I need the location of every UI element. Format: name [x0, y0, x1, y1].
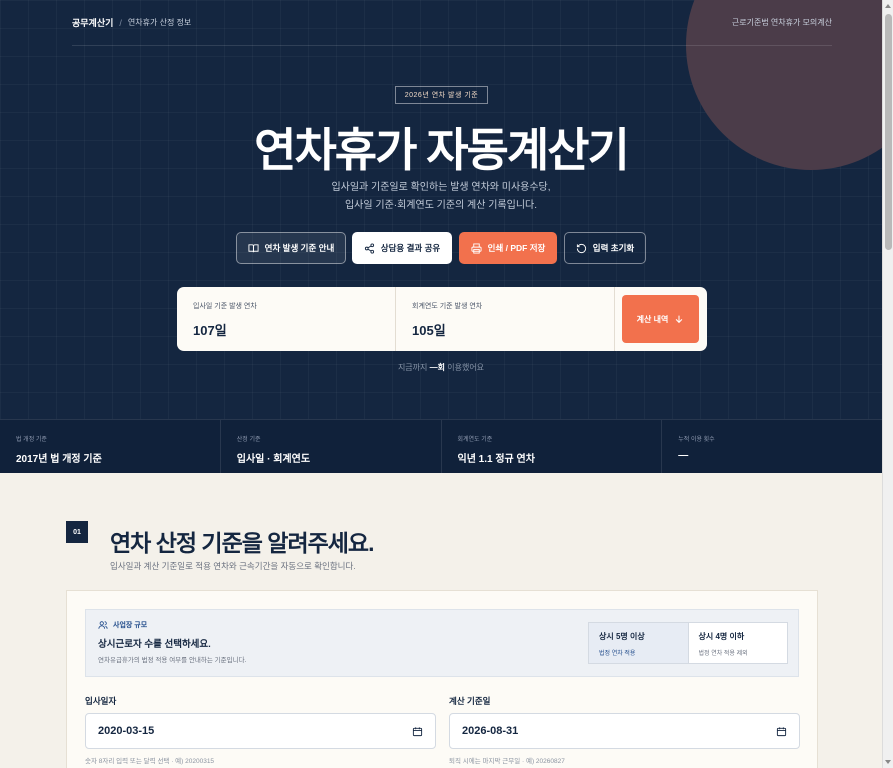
stat-value: —: [678, 450, 689, 461]
usage-suffix: 이용했어요: [447, 363, 485, 372]
input-form-card: 사업장 규모 상시근로자 수를 선택하세요. 연차유급휴가의 법정 적용 여부를…: [66, 590, 818, 768]
workplace-size-box: 사업장 규모 상시근로자 수를 선택하세요. 연차유급휴가의 법정 적용 여부를…: [85, 609, 799, 677]
page-scrollbar[interactable]: [882, 0, 893, 768]
hero-section: 공무계산기 / 연차휴가 산정 정보 근로기준법 연차휴가 모의계산 2026년…: [0, 0, 882, 473]
step-number: 01: [66, 521, 88, 543]
stat-law-revision: 법 개정 기준 2017년 법 개정 기준: [0, 420, 221, 473]
arrow-down-icon: [676, 315, 683, 324]
usage-counter: 지금까지 —회 이용했어요: [0, 362, 882, 373]
print-button-label: 인쇄 / PDF 저장: [487, 243, 546, 253]
stat-label: 회계연도 기준: [457, 437, 493, 443]
share-icon: [364, 242, 374, 254]
section-subtitle: 입사일과 계산 기준일로 적용 연차와 근속기간을 자동으로 확인합니다.: [110, 561, 356, 571]
stat-value: 2017년 법 개정 기준: [16, 454, 102, 465]
stat-calc-basis: 산정 기준 입사일 · 회계연도: [221, 420, 442, 473]
fiscal-year-result: 회계연도 기준 발생 연차 105일: [396, 287, 615, 351]
reset-button-label: 입력 초기화: [592, 243, 635, 253]
stat-value: 입사일 · 회계연도: [236, 454, 311, 465]
share-button-label: 상담용 결과 공유: [380, 243, 441, 253]
calc-date-help: 퇴직 시에는 마지막 근무일 · 예) 20260827: [449, 758, 565, 765]
detail-button-label: 계산 내역: [636, 314, 669, 324]
fiscal-result-value: 105일: [412, 323, 446, 338]
stat-value: 익년 1.1 정규 연차: [457, 454, 535, 465]
section-title: 연차 산정 기준을 알려주세요.: [110, 530, 374, 556]
workplace-size-heading: 사업장 규모: [98, 620, 147, 630]
reset-icon: [576, 243, 586, 253]
scroll-up-icon[interactable]: [885, 4, 891, 8]
hire-date-help: 숫자 8자리 입력 또는 달력 선택 · 예) 20200315: [85, 758, 215, 765]
workplace-size-note: 연차유급휴가의 법정 적용 여부를 안내하는 기준입니다.: [98, 657, 247, 664]
hire-date-value: 2020-03-15: [98, 725, 155, 737]
print-button[interactable]: 인쇄 / PDF 저장: [459, 232, 557, 264]
stat-usage-total: 누적 이용 횟수 —: [662, 420, 882, 473]
scrollbar-thumb[interactable]: [885, 14, 892, 250]
calendar-icon[interactable]: [412, 726, 423, 737]
option-desc: 법정 연차 적용: [599, 651, 636, 657]
workplace-size-toggle: 상시 5명 이상 법정 연차 적용 상시 4명 이하 법정 연차 적용 제외: [588, 622, 788, 664]
nav-link-simulation[interactable]: 근로기준법 연차휴가 모의계산: [732, 17, 832, 28]
usage-count: —회: [429, 363, 445, 372]
stats-bar: 법 개정 기준 2017년 법 개정 기준 산정 기준 입사일 · 회계연도 회…: [0, 419, 882, 473]
guide-button[interactable]: 연차 발생 기준 안내: [236, 232, 346, 264]
result-summary-card: 입사일 기준 발생 연차 107일 회계연도 기준 발생 연차 105일 계산 …: [177, 287, 707, 351]
breadcrumb[interactable]: 연차휴가 산정 정보: [128, 17, 191, 28]
option-4-or-fewer[interactable]: 상시 4명 이하 법정 연차 적용 제외: [689, 623, 788, 663]
hire-result-value: 107일: [193, 323, 227, 338]
subtitle-line-2: 입사일 기준·회계연도 기준의 계산 기록입니다.: [344, 200, 538, 211]
top-navigation: 공무계산기 / 연차휴가 산정 정보 근로기준법 연차휴가 모의계산: [72, 0, 832, 46]
workplace-size-heading-label: 사업장 규모: [113, 622, 148, 629]
calculation-detail-button[interactable]: 계산 내역: [622, 295, 699, 343]
guide-button-label: 연차 발생 기준 안내: [264, 243, 335, 253]
page-subtitle: 입사일과 기준일로 확인하는 발생 연차와 미사용수당, 입사일 기준·회계연도…: [0, 179, 882, 215]
stat-label: 누적 이용 횟수: [678, 437, 715, 443]
option-desc: 법정 연차 적용 제외: [698, 651, 748, 657]
hire-date-result: 입사일 기준 발생 연차 107일: [177, 287, 396, 351]
stat-label: 법 개정 기준: [16, 437, 47, 443]
reset-button[interactable]: 입력 초기화: [564, 232, 646, 264]
brand-logo[interactable]: 공무계산기: [72, 16, 113, 29]
calc-date-input[interactable]: 2026-08-31: [449, 713, 800, 749]
workplace-size-question: 상시근로자 수를 선택하세요.: [98, 639, 211, 650]
share-button[interactable]: 상담용 결과 공유: [352, 232, 452, 264]
usage-prefix: 지금까지: [397, 363, 428, 372]
calc-date-label: 계산 기준일: [449, 696, 491, 706]
page-title: 연차휴가 자동계산기: [254, 124, 630, 176]
printer-icon: [471, 242, 482, 254]
calendar-icon[interactable]: [776, 726, 787, 737]
year-badge: 2026년 연차 발생 기준: [395, 86, 488, 104]
fiscal-result-label: 회계연도 기준 발생 연차: [412, 303, 483, 310]
option-title: 상시 5명 이상: [599, 632, 645, 641]
users-icon: [98, 621, 108, 629]
calc-date-value: 2026-08-31: [462, 725, 519, 737]
option-5-or-more[interactable]: 상시 5명 이상 법정 연차 적용: [589, 623, 689, 663]
book-icon: [248, 243, 259, 252]
hire-date-label: 입사일자: [85, 696, 117, 706]
subtitle-line-1: 입사일과 기준일로 확인하는 발생 연차와 미사용수당,: [331, 182, 551, 193]
stat-label: 산정 기준: [236, 437, 261, 443]
scroll-down-icon[interactable]: [885, 760, 891, 764]
breadcrumb-separator: /: [119, 17, 122, 28]
stat-fiscal-basis: 회계연도 기준 익년 1.1 정규 연차: [442, 420, 663, 473]
hire-date-input[interactable]: 2020-03-15: [85, 713, 436, 749]
option-title: 상시 4명 이하: [698, 632, 745, 641]
hire-result-label: 입사일 기준 발생 연차: [193, 303, 257, 310]
